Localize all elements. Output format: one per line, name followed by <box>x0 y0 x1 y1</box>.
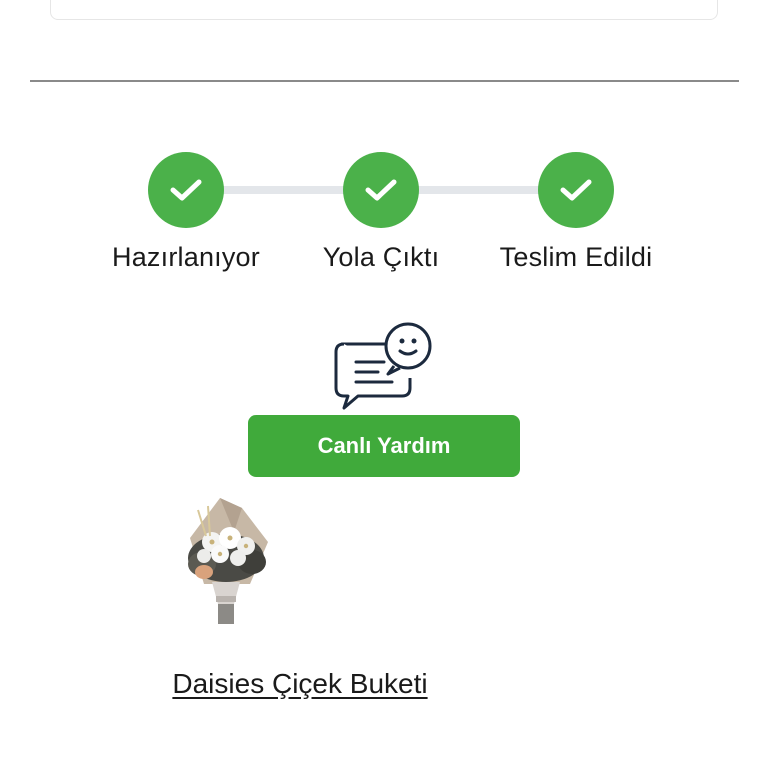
step-label-delivered: Teslim Edildi <box>499 242 653 272</box>
step-label-shipped: Yola Çıktı <box>322 242 440 272</box>
step-label-preparing: Hazırlanıyor <box>112 242 260 272</box>
order-summary-card <box>50 0 718 20</box>
progress-connector-2 <box>416 186 546 194</box>
checkmark-icon <box>365 179 397 201</box>
chat-bubble-smile-icon <box>334 322 432 410</box>
step-preparing-indicator <box>148 152 224 228</box>
step-shipped-indicator <box>343 152 419 228</box>
product-name-link[interactable]: Daisies Çiçek Buketi <box>150 668 450 700</box>
flower-bouquet-image[interactable] <box>176 492 276 632</box>
checkmark-icon <box>170 179 202 201</box>
progress-connector-1 <box>220 186 350 194</box>
step-delivered-indicator <box>538 152 614 228</box>
checkmark-icon <box>560 179 592 201</box>
section-divider <box>30 80 739 82</box>
order-tracking-page: Hazırlanıyor Yola Çıktı Teslim Edildi Ca… <box>0 0 768 768</box>
live-support-button[interactable]: Canlı Yardım <box>248 415 520 477</box>
